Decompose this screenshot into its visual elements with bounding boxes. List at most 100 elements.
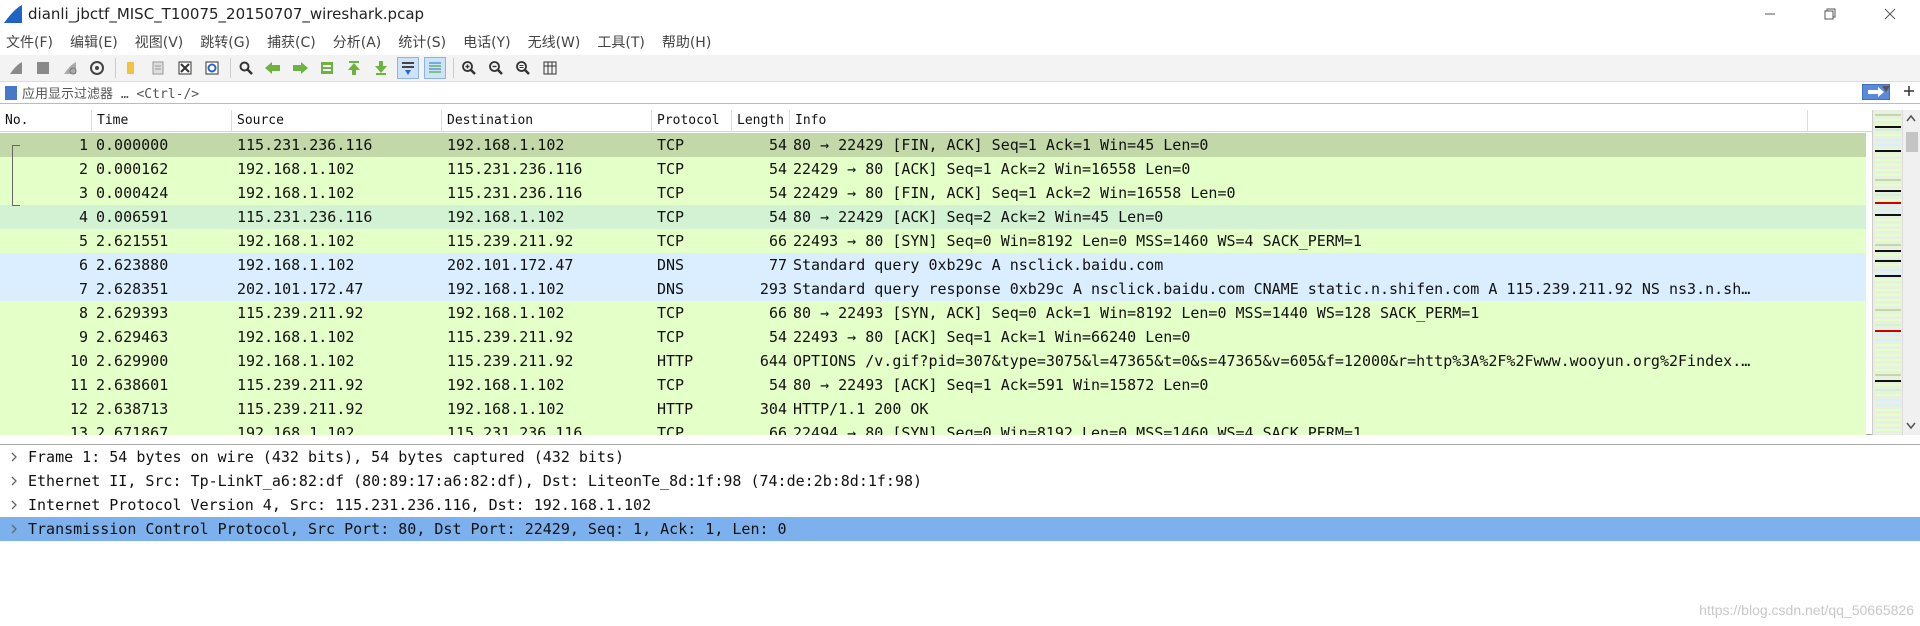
capture-options-button[interactable]	[86, 57, 108, 79]
packet-row[interactable]: 8 2.629393 115.239.211.92 192.168.1.102 TCP 6…	[0, 301, 1866, 325]
last-packet-button[interactable]	[370, 57, 392, 79]
packet-length: 66	[768, 424, 787, 435]
filter-bookmark-icon[interactable]	[5, 85, 17, 100]
packet-time: 2.623880	[96, 256, 169, 274]
restore-button[interactable]	[1800, 0, 1860, 28]
toolbar-separator	[115, 58, 116, 78]
menu-telephony[interactable]: 电话(Y)	[463, 32, 510, 52]
packet-destination: 115.231.236.116	[447, 424, 583, 435]
menu-statistics[interactable]: 统计(S)	[398, 32, 446, 52]
scroll-down-button[interactable]	[1906, 420, 1916, 433]
minimap-packet-mark	[1875, 374, 1901, 376]
packet-info: OPTIONS /v.gif?pid=307&type=3075&l=47365…	[793, 352, 1751, 370]
menu-wireless[interactable]: 无线(W)	[528, 32, 581, 52]
menu-capture[interactable]: 捕获(C)	[267, 32, 316, 52]
go-to-packet-button[interactable]	[316, 57, 338, 79]
open-file-button[interactable]	[120, 57, 142, 79]
minimap-packet-mark	[1875, 219, 1901, 221]
packet-row[interactable]: 2 0.000162 192.168.1.102 115.231.236.116 TCP…	[0, 157, 1866, 181]
packet-row[interactable]: 3 0.000424 192.168.1.102 115.231.236.116 TCP…	[0, 181, 1866, 205]
menu-file[interactable]: 文件(F)	[6, 32, 53, 52]
packet-row[interactable]: 9 2.629463 192.168.1.102 115.239.211.92 TCP 5…	[0, 325, 1866, 349]
menu-view[interactable]: 视图(V)	[135, 32, 184, 52]
column-header-time[interactable]: Time	[92, 109, 232, 132]
scroll-up-button[interactable]	[1906, 112, 1916, 125]
reload-file-button[interactable]	[201, 57, 223, 79]
chevron-right-icon[interactable]	[0, 524, 28, 534]
chevron-right-icon[interactable]	[0, 476, 28, 486]
menu-go[interactable]: 跳转(G)	[200, 32, 250, 52]
minimap-packet-mark	[1875, 179, 1901, 181]
menu-help[interactable]: 帮助(H)	[662, 32, 711, 52]
minimap-packet-mark	[1875, 129, 1901, 131]
menu-edit[interactable]: 编辑(E)	[70, 32, 118, 52]
detail-tree-item[interactable]: Frame 1: 54 bytes on wire (432 bits), 54…	[0, 445, 1920, 469]
packet-protocol: TCP	[657, 208, 685, 226]
zoom-out-button[interactable]	[485, 57, 507, 79]
open-file-icon	[127, 62, 134, 74]
restart-capture-button[interactable]	[59, 57, 81, 79]
packet-row[interactable]: 12 2.638713 115.239.211.92 192.168.1.102 HTT…	[0, 397, 1866, 421]
colorize-toggle[interactable]	[424, 57, 446, 79]
packet-row[interactable]: 6 2.623880 192.168.1.102 202.101.172.47 DNS 7…	[0, 253, 1866, 277]
packet-source: 115.231.236.116	[237, 208, 373, 226]
stop-capture-button[interactable]	[32, 57, 54, 79]
packet-time: 2.671867	[96, 424, 169, 435]
packet-list-scrollbar[interactable]	[1902, 110, 1920, 435]
add-filter-button[interactable]	[1904, 82, 1914, 100]
scrollbar-thumb[interactable]	[1906, 132, 1918, 152]
save-file-button[interactable]	[147, 57, 169, 79]
minimize-button[interactable]	[1740, 0, 1800, 28]
display-filter-input[interactable]: 应用显示过滤器 … <Ctrl-/>	[4, 82, 1920, 103]
packet-row[interactable]: 5 2.621551 192.168.1.102 115.239.211.92 TCP 6…	[0, 229, 1866, 253]
close-window-button[interactable]	[1860, 0, 1920, 28]
packet-intelligent-scrollbar[interactable]	[1872, 110, 1902, 435]
packet-no: 6	[78, 256, 88, 274]
column-header-no[interactable]: No.	[0, 109, 92, 132]
close-file-button[interactable]	[174, 57, 196, 79]
conversation-bracket	[12, 145, 13, 205]
packet-info: Standard query 0xb29c A nsclick.baidu.co…	[793, 256, 1164, 274]
go-forward-button[interactable]	[289, 57, 311, 79]
packet-info: 80 → 22429 [ACK] Seq=2 Ack=2 Win=45 Len=…	[793, 208, 1164, 226]
autoscroll-toggle[interactable]	[397, 57, 419, 79]
menu-analyze[interactable]: 分析(A)	[333, 32, 382, 52]
display-filter-bar: 应用显示过滤器 … <Ctrl-/>	[0, 82, 1920, 104]
packet-source: 115.239.211.92	[237, 304, 364, 322]
resize-columns-button[interactable]	[539, 57, 561, 79]
column-header-source[interactable]: Source	[232, 109, 442, 132]
find-packet-button[interactable]	[235, 57, 257, 79]
filter-history-dropdown[interactable]	[1882, 85, 1894, 95]
minimize-icon	[1765, 13, 1775, 15]
packet-row[interactable]: 7 2.628351 202.101.172.47 192.168.1.102 DNS 2…	[0, 277, 1866, 301]
packet-source: 192.168.1.102	[237, 352, 355, 370]
zoom-in-button[interactable]	[458, 57, 480, 79]
conversation-bracket-tick	[12, 205, 20, 206]
start-capture-button[interactable]	[5, 57, 27, 79]
packet-source: 115.239.211.92	[237, 400, 364, 418]
column-header-destination[interactable]: Destination	[442, 109, 652, 132]
detail-tree-item[interactable]: Transmission Control Protocol, Src Port:…	[0, 517, 1920, 541]
chevron-right-icon[interactable]	[0, 500, 28, 510]
packet-row[interactable]: 1 0.000000 115.231.236.116 192.168.1.102 TCP…	[0, 133, 1866, 157]
detail-tree-item[interactable]: Ethernet II, Src: Tp-LinkT_a6:82:df (80:…	[0, 469, 1920, 493]
minimap-packet-mark	[1875, 194, 1901, 196]
zoom-normal-button[interactable]	[512, 57, 534, 79]
column-header-length[interactable]: Length	[732, 109, 790, 132]
chevron-right-icon[interactable]	[0, 452, 28, 462]
go-back-button[interactable]	[262, 57, 284, 79]
minimap-flag-mark	[1875, 380, 1901, 382]
column-header-protocol[interactable]: Protocol	[652, 109, 732, 132]
packet-length: 66	[768, 304, 787, 322]
packet-row[interactable]: 11 2.638601 115.239.211.92 192.168.1.102 TCP…	[0, 373, 1866, 397]
packet-row[interactable]: 10 2.629900 192.168.1.102 115.239.211.92 HTT…	[0, 349, 1866, 373]
packet-row[interactable]: 13 2.671867 192.168.1.102 115.231.236.116 TC…	[0, 421, 1866, 435]
packet-destination: 115.239.211.92	[447, 232, 574, 250]
column-header-info[interactable]: Info	[790, 109, 1808, 132]
packet-row[interactable]: 4 0.006591 115.231.236.116 192.168.1.102 TCP…	[0, 205, 1866, 229]
first-packet-button[interactable]	[343, 57, 365, 79]
minimap-packet-mark	[1875, 334, 1901, 336]
menu-tools[interactable]: 工具(T)	[597, 32, 644, 52]
detail-tree-item[interactable]: Internet Protocol Version 4, Src: 115.23…	[0, 493, 1920, 517]
packet-length: 304	[759, 400, 787, 418]
